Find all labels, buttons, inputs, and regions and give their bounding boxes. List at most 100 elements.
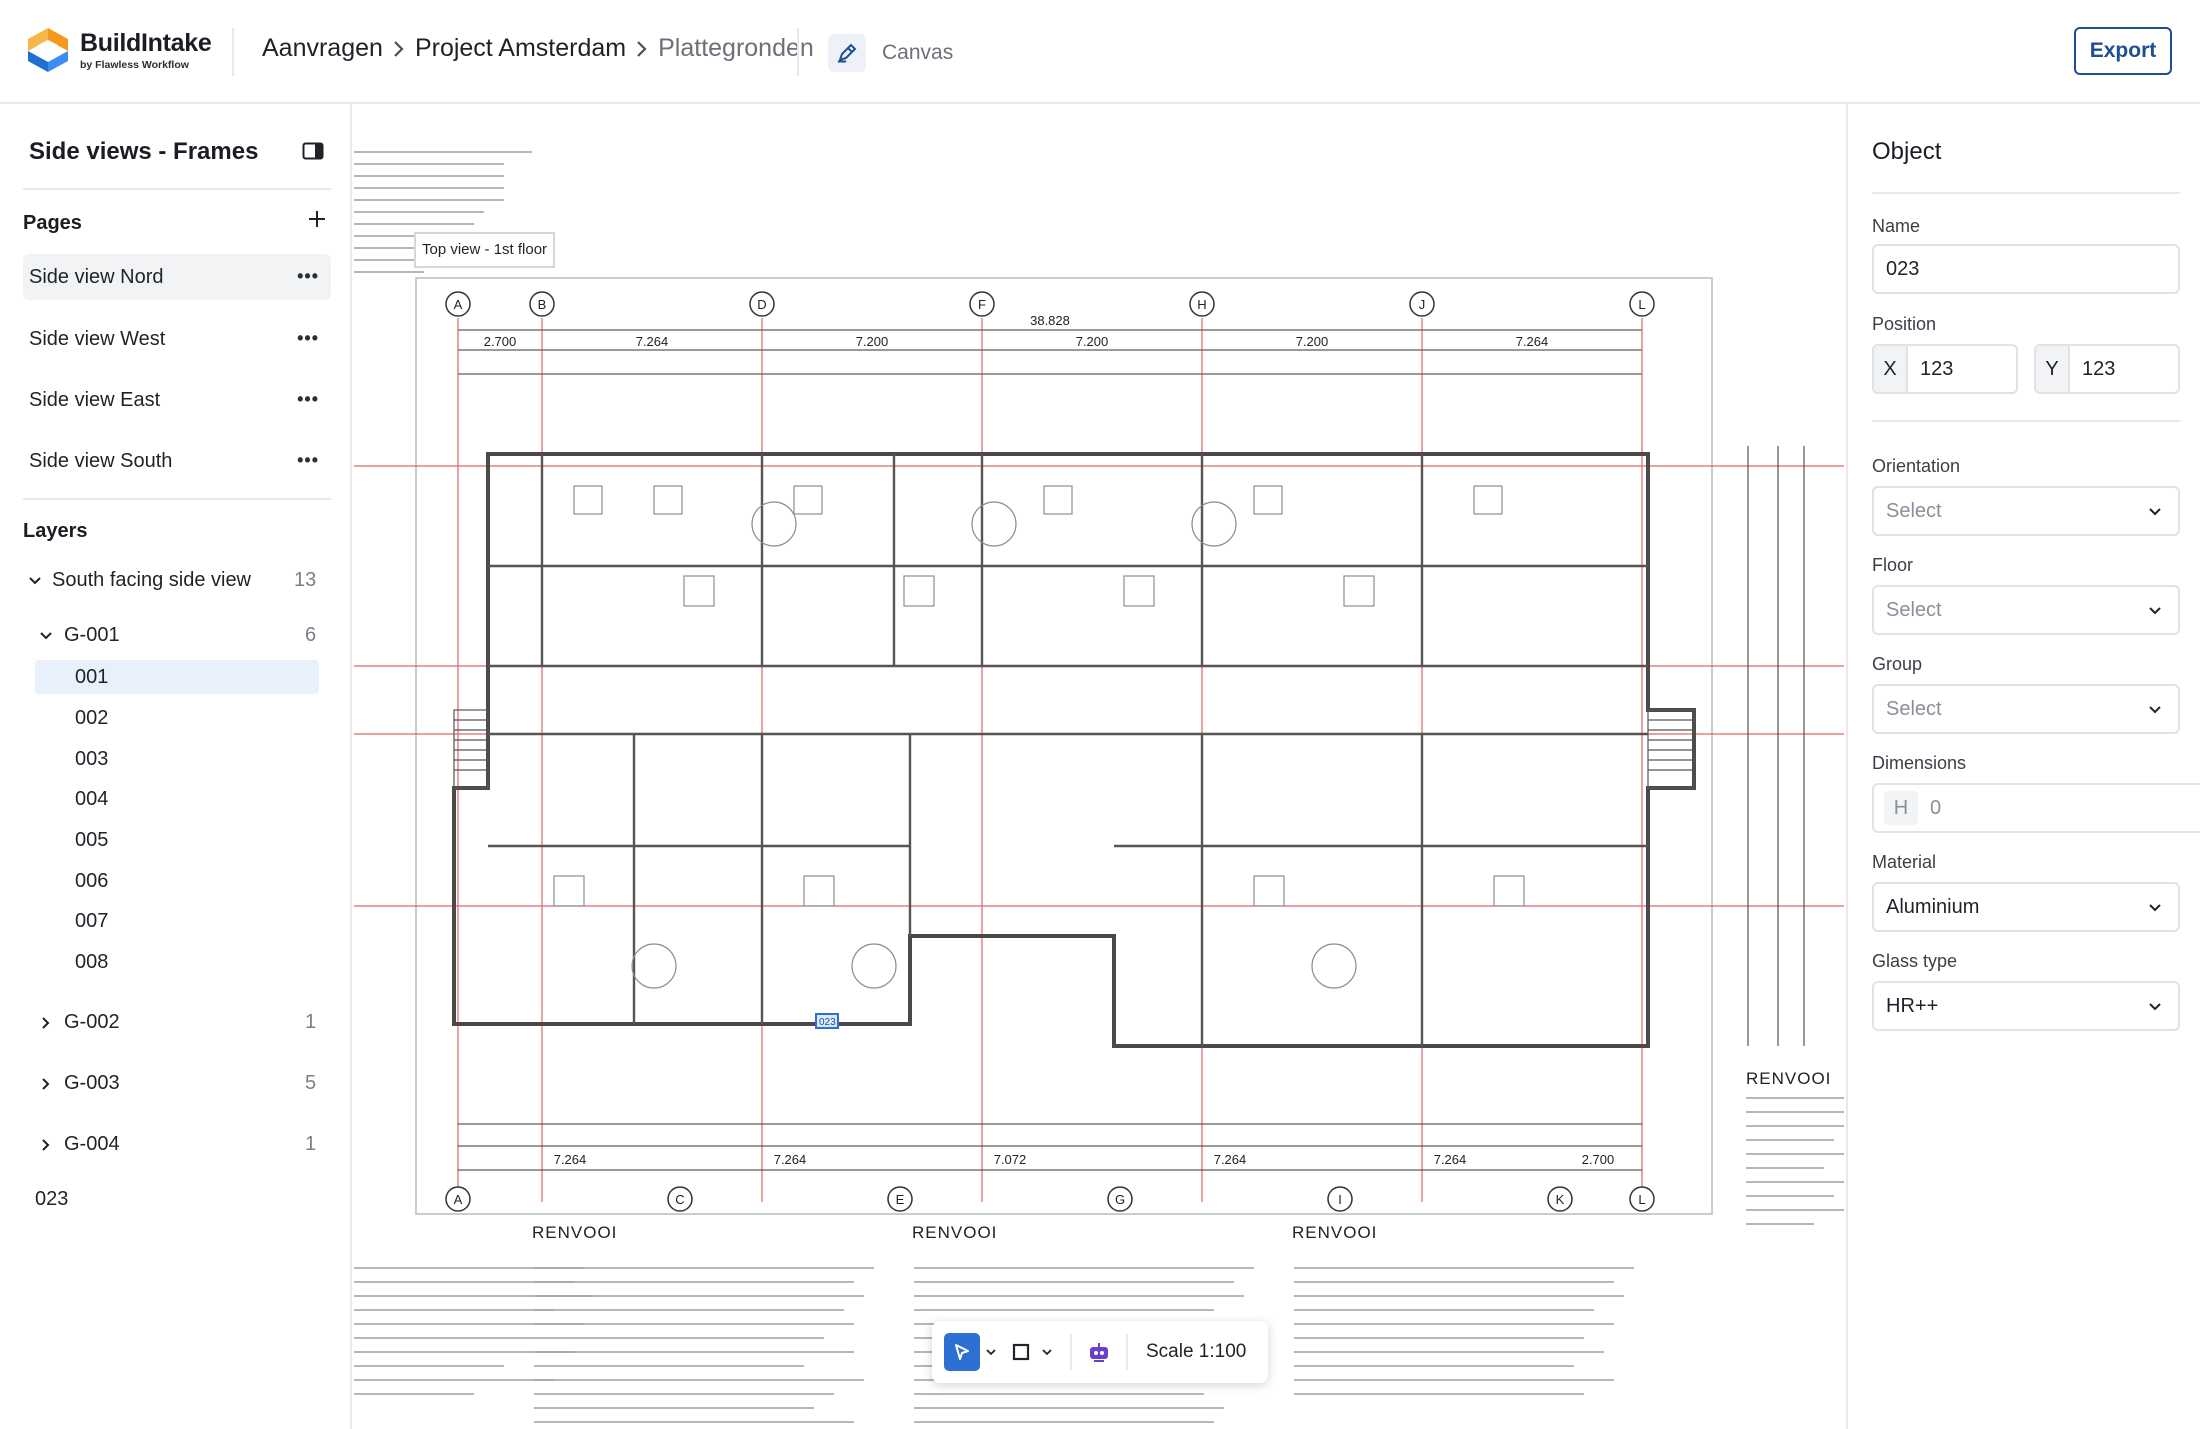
panel-toggle-icon[interactable] <box>302 142 324 165</box>
dim-bottom: 7.264 <box>774 1152 807 1167</box>
glass-type-label: Glass type <box>1872 951 1958 971</box>
dim-top: 7.264 <box>636 334 669 349</box>
frame-item-005[interactable]: 005 <box>35 823 319 857</box>
cursor-icon[interactable] <box>944 1333 980 1371</box>
grid-label-top: L <box>1638 297 1645 312</box>
more-options-icon[interactable]: ••• <box>297 389 319 410</box>
breadcrumb-plattegronden[interactable]: Plattegronden <box>658 34 814 63</box>
toolbar-divider <box>1126 1334 1128 1370</box>
layer-g-002[interactable]: G-002 <box>37 1011 120 1034</box>
dim-bottom: 7.264 <box>1214 1152 1247 1167</box>
chevron-down-icon <box>2148 900 2162 918</box>
grid-label-top: J <box>1419 297 1426 312</box>
orientation-value: Select <box>1886 500 1942 522</box>
breadcrumb-project[interactable]: Project Amsterdam <box>415 34 626 63</box>
grid-label-bottom: E <box>896 1192 905 1207</box>
page-item-side-view-west[interactable]: Side view West ••• <box>23 316 331 362</box>
floor-select[interactable]: Select <box>1872 585 2180 635</box>
material-select[interactable]: Aluminium <box>1872 882 2180 932</box>
grid-label-bottom: I <box>1338 1192 1342 1207</box>
frame-item-004[interactable]: 004 <box>35 782 319 816</box>
floor-value: Select <box>1886 599 1942 621</box>
buildintake-logo-icon <box>28 28 68 72</box>
dimensions-height-input[interactable]: H 0 <box>1872 783 2200 833</box>
dim-bottom: 2.700 <box>1582 1152 1615 1167</box>
header-divider <box>797 28 799 76</box>
legend-title: RENVOOI <box>532 1223 617 1242</box>
chevron-down-icon[interactable] <box>980 1348 1002 1356</box>
app-subtitle: by Flawless Workflow <box>80 59 189 71</box>
page-item-side-view-nord[interactable]: Side view Nord ••• <box>23 254 331 300</box>
scale-indicator[interactable]: Scale 1:100 <box>1146 1341 1246 1363</box>
position-label: Position <box>1872 314 1937 334</box>
chevron-right-icon[interactable] <box>37 1138 55 1152</box>
layer-g-001[interactable]: G-001 <box>37 624 120 647</box>
page-item-side-view-east[interactable]: Side view East ••• <box>23 377 331 423</box>
more-options-icon[interactable]: ••• <box>297 328 319 349</box>
chevron-right-icon[interactable] <box>37 1016 55 1030</box>
pages-heading: Pages <box>23 212 82 234</box>
chevron-down-icon <box>2148 702 2162 720</box>
canvas-tab[interactable]: Canvas <box>828 34 953 72</box>
layer-label: 023 <box>35 1188 69 1210</box>
y-value: 123 <box>2082 358 2116 380</box>
position-x-input[interactable]: X 123 <box>1872 344 2018 394</box>
legend-title: RENVOOI <box>912 1223 997 1242</box>
layer-item-023[interactable]: 023 <box>35 1188 68 1211</box>
chevron-right-icon[interactable] <box>37 1077 55 1091</box>
frame-item-002[interactable]: 002 <box>35 701 319 735</box>
app-logo[interactable]: BuildIntake by Flawless Workflow <box>26 26 212 74</box>
more-options-icon[interactable]: ••• <box>297 450 319 471</box>
orientation-select[interactable]: Select <box>1872 486 2180 536</box>
frame-item-008[interactable]: 008 <box>35 945 319 979</box>
breadcrumb-aanvragen[interactable]: Aanvragen <box>262 34 383 63</box>
rectangle-icon[interactable] <box>1006 1333 1036 1371</box>
grid-label-bottom: K <box>1556 1192 1565 1207</box>
layer-group-south-facing[interactable]: South facing side view <box>26 569 251 592</box>
grid-label-bottom: L <box>1638 1192 1645 1207</box>
grid-label-top: B <box>538 297 547 312</box>
dim-bottom: 7.072 <box>994 1152 1027 1167</box>
header-divider <box>232 28 234 76</box>
glass-type-select[interactable]: HR++ <box>1872 981 2180 1031</box>
layer-g-004[interactable]: G-004 <box>37 1133 120 1156</box>
drawing-canvas[interactable]: A B D F H J L 38.828 2.700 7.264 7.200 7… <box>354 106 1844 1429</box>
sidebar-title: Side views - Frames <box>29 138 259 165</box>
frame-item-007[interactable]: 007 <box>35 904 319 938</box>
chevron-down-icon[interactable] <box>26 576 44 586</box>
frame-item-003[interactable]: 003 <box>35 742 319 776</box>
grid-label-top: D <box>757 297 766 312</box>
more-options-icon[interactable]: ••• <box>297 266 319 287</box>
chevron-down-icon[interactable] <box>1036 1348 1058 1356</box>
frame-item-001[interactable]: 001 <box>35 660 319 694</box>
pencil-icon <box>828 34 866 72</box>
dim-top: 7.200 <box>856 334 889 349</box>
total-dimension: 38.828 <box>1030 313 1070 328</box>
legend-title: RENVOOI <box>1292 1223 1377 1242</box>
canvas-toolbar: Scale 1:100 <box>932 1321 1268 1383</box>
layer-g-003[interactable]: G-003 <box>37 1072 120 1095</box>
position-y-input[interactable]: Y 123 <box>2034 344 2180 394</box>
orientation-label: Orientation <box>1872 456 1961 476</box>
name-input[interactable]: 023 <box>1872 244 2180 294</box>
frame-item-006[interactable]: 006 <box>35 864 319 898</box>
robot-icon[interactable] <box>1084 1333 1114 1371</box>
add-page-plus-icon[interactable] <box>308 210 326 233</box>
page-item-side-view-south[interactable]: Side view South ••• <box>23 438 331 484</box>
legend-title: RENVOOI <box>1746 1069 1831 1088</box>
breadcrumb: Aanvragen Project Amsterdam Plattegronde… <box>262 34 814 63</box>
y-prefix: Y <box>2036 346 2070 392</box>
x-prefix: X <box>1874 346 1908 392</box>
chevron-down-icon[interactable] <box>37 631 55 641</box>
export-button[interactable]: Export <box>2074 27 2172 75</box>
page-item-label: Side view West <box>29 327 166 350</box>
layer-label: G-004 <box>64 1133 120 1155</box>
dim-bottom: 7.264 <box>1434 1152 1467 1167</box>
layer-count: 6 <box>305 624 317 646</box>
grid-label-bottom: A <box>454 1192 463 1207</box>
name-label: Name <box>1872 216 1921 236</box>
layers-heading: Layers <box>23 520 88 542</box>
layer-label: G-001 <box>64 624 120 646</box>
group-select[interactable]: Select <box>1872 684 2180 734</box>
selected-element-label: 023 <box>819 1017 836 1028</box>
